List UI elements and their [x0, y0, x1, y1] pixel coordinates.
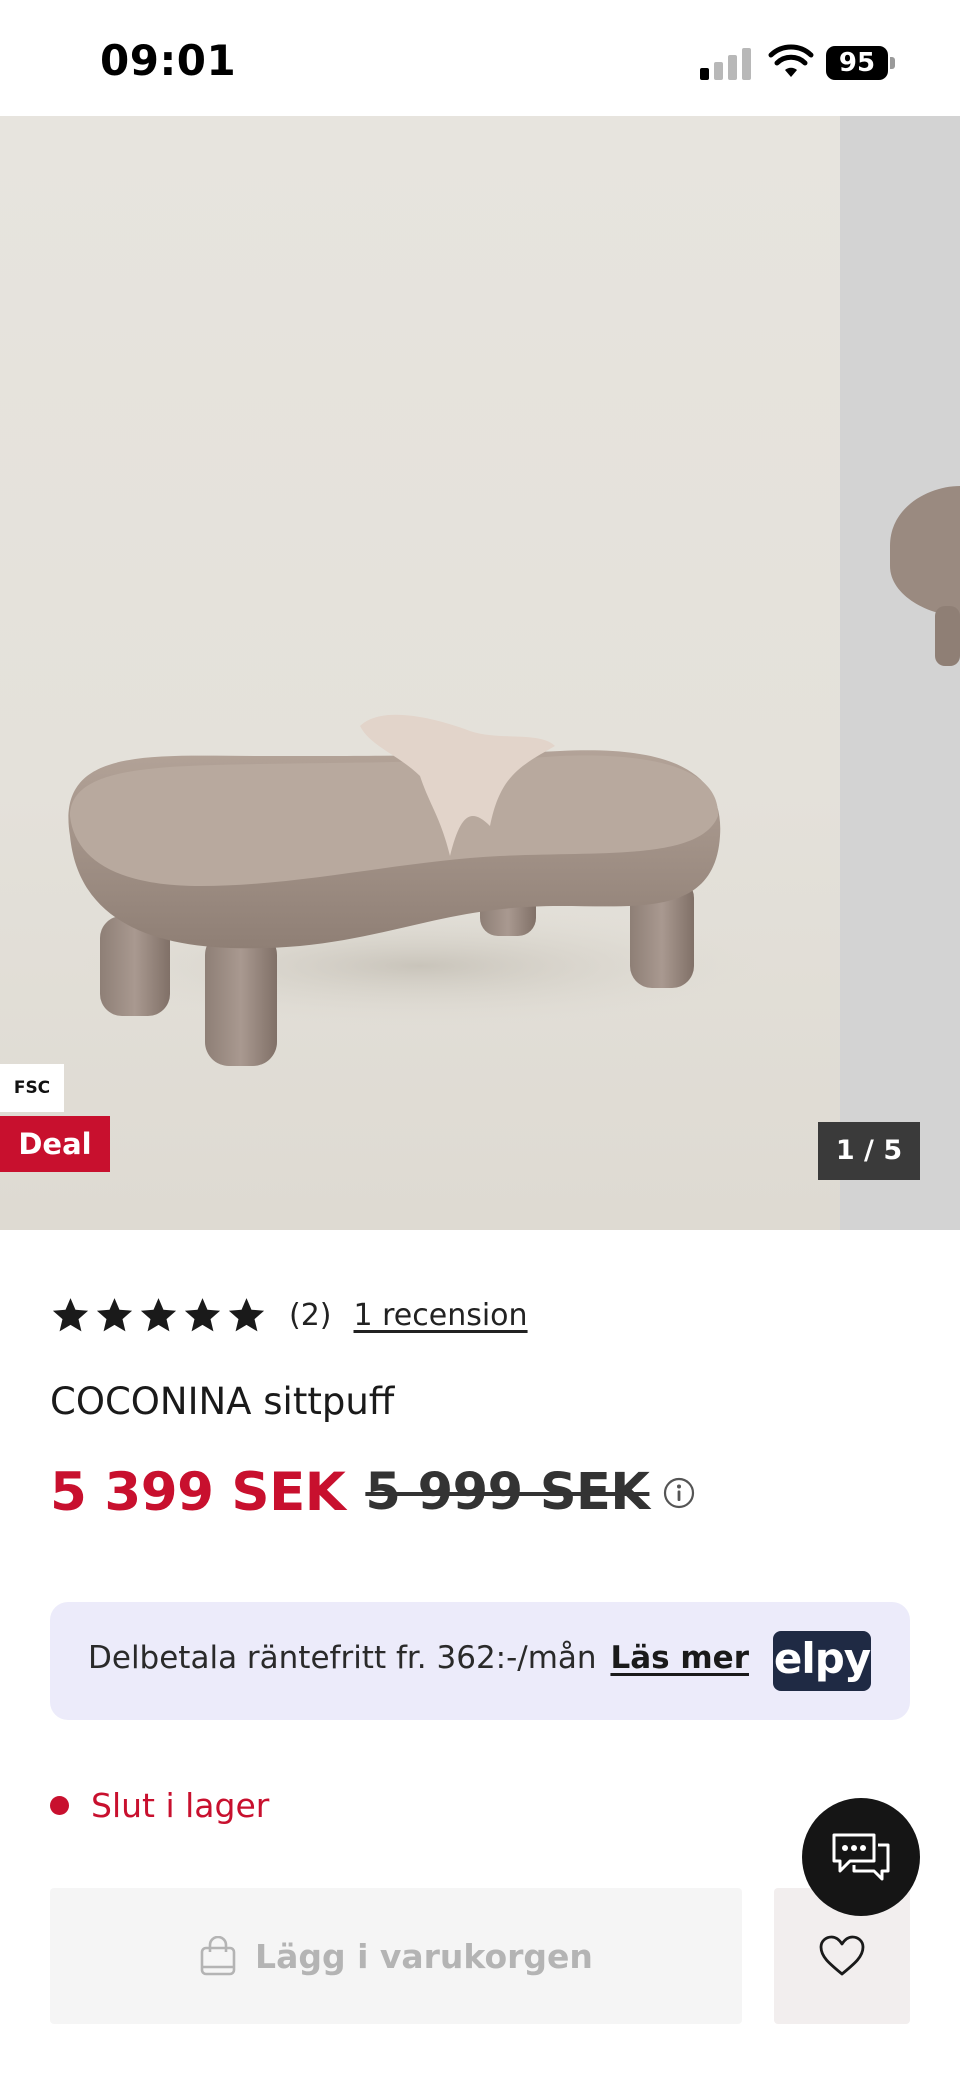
- read-more-link[interactable]: Läs mer: [610, 1640, 749, 1676]
- elpy-logo: elpy: [773, 1631, 871, 1691]
- star-icon: [184, 1297, 221, 1331]
- chat-icon: [832, 1833, 890, 1881]
- image-counter: 1 / 5: [818, 1122, 920, 1180]
- ottoman-illustration: [68, 714, 760, 1066]
- star-icon: [228, 1297, 265, 1331]
- shopping-bag-icon: [200, 1936, 236, 1976]
- product-rating: (2) 1 recension: [50, 1290, 528, 1340]
- star-icon: [52, 1297, 89, 1331]
- heart-icon: [819, 1935, 865, 1976]
- status-time: 09:01: [100, 36, 237, 85]
- cellular-signal-icon: [700, 46, 752, 80]
- rating-stars: [50, 1295, 267, 1336]
- next-product-image[interactable]: [840, 116, 960, 1230]
- original-price: 5 999 SEK: [365, 1463, 650, 1522]
- star-icon: [140, 1297, 177, 1331]
- status-bar: 09:01 95: [0, 0, 960, 116]
- price-row: 5 399 SEK 5 999 SEK: [50, 1462, 695, 1523]
- stock-status-text: Slut i lager: [91, 1786, 270, 1825]
- installment-message: Delbetala räntefritt fr. 362:-/mån: [88, 1640, 597, 1676]
- chat-button[interactable]: [802, 1798, 920, 1916]
- add-to-cart-button[interactable]: Lägg i varukorgen: [50, 1888, 742, 2024]
- fsc-badge: FSC: [0, 1064, 64, 1112]
- battery-icon: 95: [826, 46, 896, 80]
- battery-level: 95: [826, 46, 888, 80]
- stock-status: Slut i lager: [50, 1786, 269, 1825]
- reviews-link[interactable]: 1 recension: [354, 1298, 528, 1333]
- installment-text: Delbetala räntefritt fr. 362:-/mån Läs m…: [88, 1640, 749, 1676]
- product-title: COCONINA sittpuff: [50, 1380, 395, 1423]
- rating-count: (2): [289, 1297, 332, 1333]
- add-to-cart-label: Lägg i varukorgen: [255, 1936, 593, 1976]
- product-image[interactable]: [0, 116, 840, 1230]
- wifi-icon: [768, 44, 814, 77]
- stock-status-dot-icon: [50, 1796, 69, 1815]
- current-price: 5 399 SEK: [50, 1462, 346, 1523]
- deal-badge: Deal: [0, 1116, 110, 1172]
- info-icon[interactable]: [663, 1477, 695, 1509]
- next-ottoman-illustration: [890, 486, 960, 666]
- installment-banner: Delbetala räntefritt fr. 362:-/mån Läs m…: [50, 1602, 910, 1720]
- star-icon: [96, 1297, 133, 1331]
- product-gallery[interactable]: FSC Deal 1 / 5: [0, 116, 960, 1230]
